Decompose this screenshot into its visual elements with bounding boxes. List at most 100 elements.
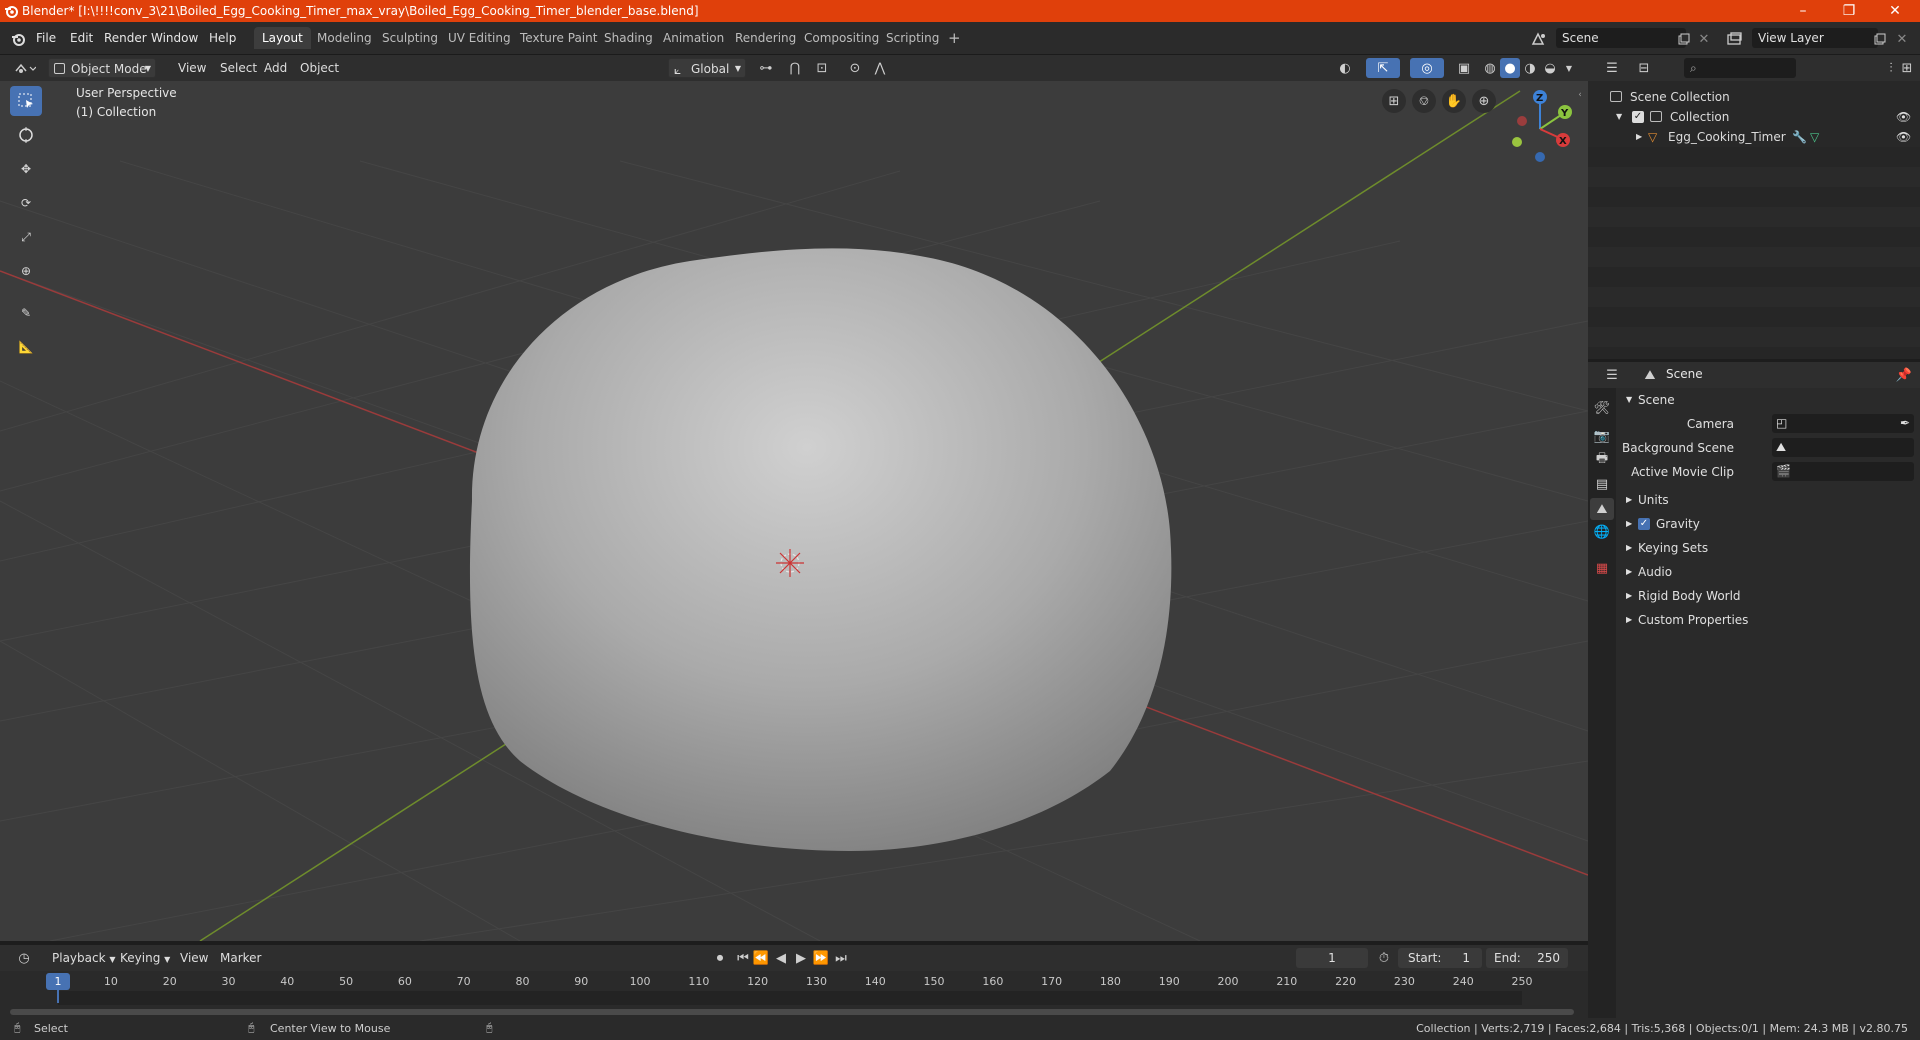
move-tool-icon[interactable]: ✥ [10, 154, 42, 184]
editor-type-icon[interactable] [10, 58, 40, 78]
texture-tab-icon[interactable]: ▦ [1592, 558, 1612, 578]
menu-add[interactable]: Add [258, 58, 293, 78]
camera-view-icon[interactable]: ⎊ [1412, 89, 1436, 113]
shading-options-icon[interactable]: ▼ [1560, 58, 1578, 78]
scene-tab-icon[interactable]: ⛰ [1590, 498, 1614, 520]
new-view-layer-icon[interactable] [1870, 29, 1890, 49]
outliner-row-scene-collection[interactable]: Scene Collection [1588, 87, 1920, 107]
visibility-selectability-icon[interactable]: ◐ [1330, 58, 1360, 78]
pivot-point-icon[interactable]: ⊶ [752, 58, 780, 78]
outliner-editor-type-icon[interactable]: ☰ [1598, 58, 1626, 78]
transform-tool-icon[interactable]: ⊕ [10, 256, 42, 286]
stopwatch-icon[interactable]: ⏱ [1374, 948, 1394, 968]
menu-timeline-view[interactable]: View [174, 948, 214, 968]
measure-tool-icon[interactable]: 📐 [10, 332, 42, 362]
play-icon[interactable]: ▶ [792, 948, 810, 968]
delete-scene-icon[interactable]: ✕ [1694, 29, 1714, 49]
panel-custom-properties[interactable]: ▶ Custom Properties [1616, 608, 1920, 632]
jump-start-icon[interactable]: ⏮ [734, 948, 752, 968]
menu-object[interactable]: Object [294, 58, 345, 78]
display-mode-icon[interactable]: ⊟ [1630, 58, 1658, 78]
current-frame-field[interactable]: 1 [1296, 948, 1368, 968]
tab-compositing[interactable]: Compositing [796, 27, 887, 49]
play-reverse-icon[interactable]: ◀ [772, 948, 790, 968]
prev-keyframe-icon[interactable]: ⏪ [752, 948, 770, 968]
world-tab-icon[interactable]: 🌐 [1592, 522, 1612, 542]
camera-field[interactable]: ◰ ✒ [1772, 414, 1914, 433]
scene-name-field[interactable]: Scene [1556, 28, 1686, 48]
tab-animation[interactable]: Animation [655, 27, 732, 49]
eye-icon[interactable]: 👁 [1896, 107, 1911, 127]
menu-view[interactable]: View [172, 58, 212, 78]
tab-sculpting[interactable]: Sculpting [374, 27, 446, 49]
navigation-gizmo[interactable]: Z Y X [1500, 85, 1580, 165]
maximize-button[interactable]: ❐ [1826, 0, 1872, 22]
zoom-icon[interactable]: ⊕ [1472, 89, 1496, 113]
jump-end-icon[interactable]: ⏭ [832, 948, 850, 968]
xray-toggle-icon[interactable]: ▣ [1454, 58, 1474, 78]
outliner-row-collection[interactable]: ▼ ✓ Collection 👁 [1588, 107, 1920, 127]
gizmo-neg-x-circle[interactable] [1517, 116, 1527, 126]
outliner-row-egg-cooking-timer[interactable]: ▶ ▽ Egg_Cooking_Timer 🔧 ▽ 👁 [1588, 127, 1920, 147]
output-tab-icon[interactable]: 🖶 [1592, 450, 1612, 470]
snap-toggle-icon[interactable]: ⋂ [786, 58, 804, 78]
expand-arrow-icon[interactable]: ▼ [1616, 107, 1622, 127]
overlays-toggle-icon[interactable]: ◎ [1410, 58, 1444, 78]
view-layer-selector-icon[interactable] [1722, 29, 1748, 49]
menu-render[interactable]: Render [100, 28, 151, 48]
transform-orientation-dropdown[interactable]: ⟀ Global ▼ [668, 58, 746, 78]
pan-hand-icon[interactable]: ✋ [1442, 89, 1466, 113]
add-workspace-button[interactable]: + [940, 27, 969, 49]
mesh-data-icon[interactable]: ▽ [1810, 127, 1819, 147]
collection-checkbox[interactable]: ✓ [1632, 111, 1644, 123]
ortho-toggle-icon[interactable]: ⊞ [1382, 89, 1406, 113]
timeline-scrollbar[interactable] [10, 1009, 1574, 1015]
annotate-tool-icon[interactable]: ✎ [10, 298, 42, 328]
delete-view-layer-icon[interactable]: ✕ [1892, 29, 1912, 49]
tool-tab-icon[interactable]: 🛠 [1592, 398, 1612, 418]
3d-viewport[interactable]: Z Y X ⊞ ⎊ ✋ ⊕ ‹ [0, 81, 1588, 941]
falloff-icon[interactable]: ⋀ [866, 58, 894, 78]
tab-layout[interactable]: Layout [254, 27, 311, 49]
end-frame-field[interactable]: End: 250 [1486, 948, 1568, 968]
playhead-frame-badge[interactable]: 1 [46, 973, 70, 990]
menu-select[interactable]: Select [214, 58, 263, 78]
solid-shading-icon[interactable]: ● [1500, 58, 1520, 78]
material-preview-icon[interactable]: ◑ [1520, 58, 1540, 78]
next-keyframe-icon[interactable]: ⏩ [812, 948, 830, 968]
new-collection-icon[interactable]: ⊞ [1896, 58, 1918, 78]
gizmo-neg-z-circle[interactable] [1535, 152, 1545, 162]
rotate-tool-icon[interactable]: ⟳ [10, 188, 42, 218]
gravity-checkbox[interactable]: ✓ [1638, 518, 1650, 530]
active-movie-clip-field[interactable]: 🎬 [1772, 462, 1914, 481]
menu-edit[interactable]: Edit [66, 28, 97, 48]
modifier-wrench-icon[interactable]: 🔧 [1792, 127, 1807, 147]
start-frame-field[interactable]: Start: 1 [1398, 948, 1482, 968]
scale-tool-icon[interactable]: ⤢ [10, 222, 42, 252]
render-tab-icon[interactable]: 📷 [1592, 426, 1612, 446]
menu-help[interactable]: Help [205, 28, 240, 48]
tab-modeling[interactable]: Modeling [309, 27, 380, 49]
panel-gravity[interactable]: ▶ ✓ Gravity [1616, 512, 1920, 536]
panel-keying-sets[interactable]: ▶ Keying Sets [1616, 536, 1920, 560]
mode-dropdown[interactable]: Object Mode ▼ [48, 58, 156, 78]
menu-window[interactable]: Window [147, 28, 202, 48]
view-layer-field[interactable]: View Layer [1752, 28, 1878, 48]
pin-icon[interactable]: 📌 [1894, 365, 1914, 385]
eye-icon[interactable]: 👁 [1896, 127, 1911, 147]
gizmo-neg-y-circle[interactable] [1512, 137, 1522, 147]
menu-playback[interactable]: Playback ▼ [46, 948, 122, 968]
timeline-editor-type-icon[interactable]: ◷ [10, 948, 38, 968]
tab-uv-editing[interactable]: UV Editing [440, 27, 519, 49]
close-button[interactable]: ✕ [1872, 0, 1918, 22]
view-layer-tab-icon[interactable]: ▤ [1592, 474, 1612, 494]
menu-keying[interactable]: Keying ▼ [114, 948, 176, 968]
scene-selector-icon[interactable] [1526, 29, 1552, 49]
outliner-search-input[interactable]: ⌕ [1684, 58, 1796, 78]
tab-scripting[interactable]: Scripting [878, 27, 947, 49]
proportional-editing-icon[interactable]: ⊙ [846, 58, 864, 78]
cursor-tool-icon[interactable] [10, 120, 42, 150]
snap-target-icon[interactable]: ⊡ [808, 58, 836, 78]
menu-file[interactable]: File [32, 28, 60, 48]
panel-rigid-body-world[interactable]: ▶ Rigid Body World [1616, 584, 1920, 608]
